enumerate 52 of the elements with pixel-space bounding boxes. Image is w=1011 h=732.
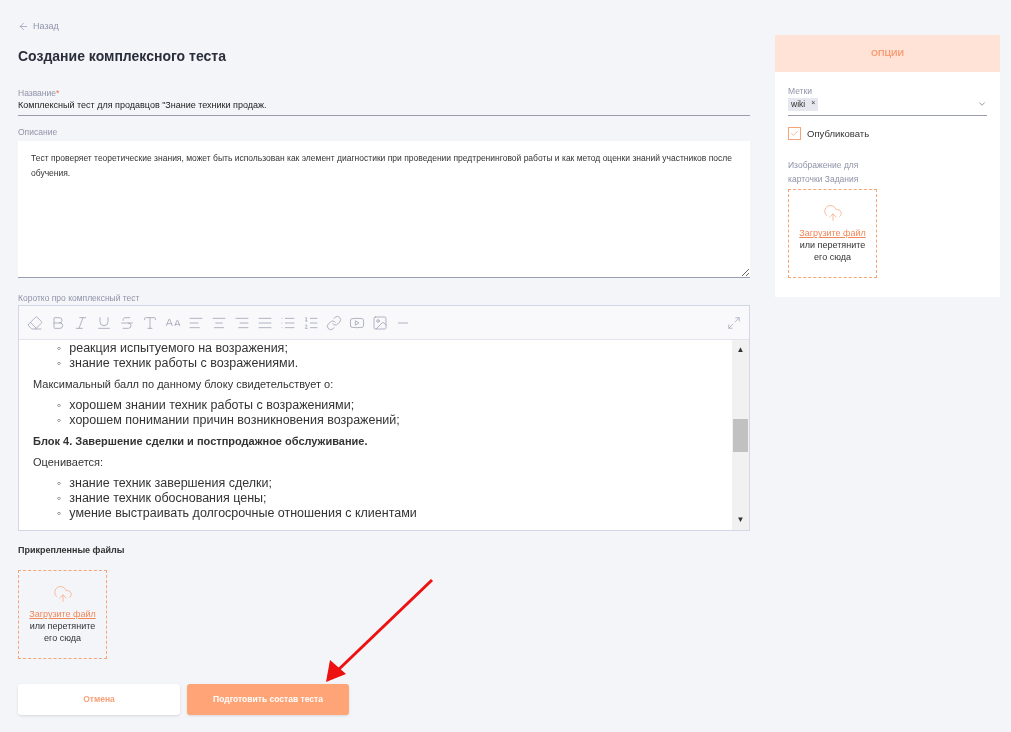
italic-icon[interactable] [73, 314, 89, 331]
list-item: знание техник работы с возражениями. [69, 356, 299, 372]
list-bullet: ◦ [57, 491, 62, 507]
image-icon[interactable] [372, 314, 388, 331]
field-label: Коротко про комплексный тест [18, 291, 141, 305]
bold-icon[interactable] [50, 314, 66, 331]
publish-checkbox[interactable] [788, 127, 801, 141]
check-icon [790, 129, 799, 139]
link-icon[interactable] [326, 314, 342, 331]
publish-label: Опубликовать [807, 126, 870, 141]
upload-hint: или перетяните его сюда [28, 620, 97, 645]
upload-dropzone[interactable]: Загрузите файл или перетяните его сюда [788, 188, 877, 278]
list-bullet: ◦ [57, 506, 62, 522]
list-item: хорошем понимании причин возникновения возражений; [69, 413, 400, 429]
scroll-up-arrow[interactable]: ▲ [736, 344, 745, 357]
upload-hint: или перетяните его сюда [798, 239, 867, 264]
field-label: Метки [788, 85, 813, 98]
cloud-upload-icon [52, 584, 73, 605]
list-item: реакция испытуемого на возражения; [69, 341, 288, 357]
font-icon[interactable] [142, 314, 158, 331]
required-mark: * [56, 86, 60, 100]
block-heading: Блок 4. Завершение сделки и постпродажное обслуживание. [33, 434, 369, 449]
section-label: Прикрепленные файлы [18, 544, 126, 558]
name-input-field[interactable]: Комплексный тест для продавцов "Знание техники продаж. [18, 99, 750, 116]
field-label: Изображение для карточки Задания [788, 158, 860, 186]
page-title: Создание комплексного теста [18, 46, 227, 66]
scrollbar[interactable]: ▲ ▼ [732, 340, 749, 531]
list-bullet: ◦ [57, 356, 62, 372]
back-arrow-icon [18, 21, 29, 33]
options-header: ОПЦИИ [775, 35, 1000, 72]
list-item: хорошем знании техник работы с возражениями; [69, 398, 355, 414]
field-label: Название [18, 86, 56, 100]
strikethrough-icon[interactable] [119, 314, 135, 331]
upload-dropzone[interactable]: Загрузите файл или перетяните его сюда [18, 569, 107, 659]
paragraph: Оценивается: [33, 455, 105, 470]
eraser-icon[interactable] [27, 314, 43, 331]
list-bullet: ◦ [57, 398, 62, 414]
cloud-upload-icon [822, 203, 843, 224]
paragraph: Максимальный балл по данному блоку свидетельствует о: [33, 377, 335, 392]
list-bullet: ◦ [57, 413, 62, 429]
list-item: знание техник завершения сделки; [69, 476, 272, 492]
list-bullet: ◦ [57, 476, 62, 492]
fullscreen-icon[interactable] [727, 315, 741, 330]
list-bullet: ◦ [57, 341, 62, 357]
list-item: умение выстраивать долгосрочные отношения с клиентами [69, 506, 417, 522]
numbered-list-icon[interactable] [303, 314, 319, 331]
list-item: знание техник обоснования цены; [69, 491, 267, 507]
description-textarea[interactable]: Тест проверяет теоретические знания, может быть использован как элемент диагностики при проведении предтренинговой работы и как метод оценки знаний участников после обучения. [18, 140, 750, 278]
scrollbar-thumb[interactable] [733, 418, 748, 452]
underline-icon[interactable] [96, 314, 112, 331]
field-label: Описание [18, 125, 59, 139]
scroll-down-arrow[interactable]: ▼ [736, 514, 745, 527]
